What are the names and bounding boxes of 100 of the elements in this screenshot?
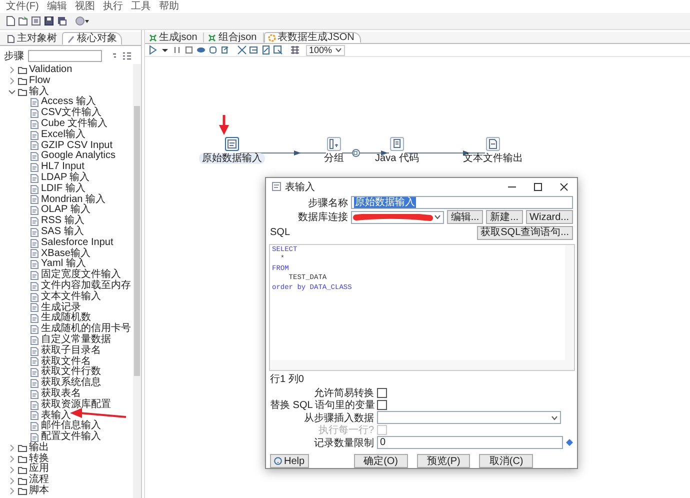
collapse-caret-icon[interactable] (8, 88, 16, 96)
tree-item[interactable]: LDIF 输入 (41, 184, 86, 195)
tree-item[interactable]: GZIP CSV Input (41, 140, 113, 152)
step-icon (30, 303, 39, 312)
expand-caret-icon[interactable] (8, 455, 16, 464)
close-icon[interactable] (559, 182, 569, 192)
tree-item[interactable]: Cube 文件输入 (41, 118, 108, 130)
verify-icon[interactable] (237, 45, 247, 55)
expand-caret-icon[interactable] (8, 77, 16, 86)
debug-icon[interactable] (208, 45, 218, 55)
tree-item[interactable]: 获取资源库配置 (41, 400, 111, 410)
save-icon[interactable] (44, 16, 54, 26)
tree-item[interactable]: Flow (29, 76, 50, 87)
step-icon (30, 98, 39, 108)
tree-item[interactable]: 文本文件输入 (41, 292, 101, 303)
run-icon[interactable] (148, 45, 158, 55)
tree-item[interactable]: Validation (29, 65, 72, 76)
field-label: 数据库连接 (297, 210, 348, 224)
tree-item[interactable]: XBase输入 (41, 248, 90, 260)
menu-item[interactable]: 文件(F) (6, 1, 39, 12)
expand-caret-icon[interactable] (8, 444, 16, 452)
sql-icon[interactable] (261, 45, 271, 55)
step-name-field[interactable]: 原始数据输入 (351, 196, 573, 210)
dialog-title: 表输入 (285, 180, 316, 194)
replay-icon[interactable] (220, 45, 230, 55)
stop-icon[interactable] (184, 45, 194, 55)
expand-caret-icon[interactable] (8, 487, 16, 496)
tree-item[interactable]: 生成随机的信用卡号 (41, 324, 131, 335)
expand-caret-icon[interactable] (8, 66, 16, 74)
limit-field[interactable]: 0 (377, 436, 563, 450)
tree-item[interactable]: Access 输入 (41, 97, 96, 108)
menu-item[interactable]: 帮助 (158, 1, 179, 12)
tree-item[interactable]: 获取系统信息 (41, 378, 101, 389)
impact-icon[interactable] (249, 45, 259, 55)
step-icon (30, 390, 39, 399)
menu-item[interactable]: 执行 (102, 1, 123, 12)
save-as-icon[interactable] (57, 16, 67, 26)
tree-item[interactable]: LDAP 输入 (41, 172, 90, 184)
tree-item[interactable]: 获取表名 (41, 388, 81, 400)
explore-icon[interactable] (31, 16, 41, 26)
tree-item[interactable]: SAS 输入 (41, 226, 84, 238)
help-button[interactable]: Help (270, 454, 309, 468)
search-field[interactable] (28, 50, 102, 62)
preview-icon[interactable] (196, 45, 206, 55)
editor-tab[interactable]: 组合json (204, 32, 264, 43)
zoom-combo[interactable]: 100% (306, 44, 346, 56)
menu-item[interactable]: 编辑 (46, 1, 67, 12)
step-label: 文本文件输出 (462, 153, 524, 164)
menu-item[interactable]: 视图 (74, 1, 95, 12)
tree-item[interactable]: Google Analytics (41, 151, 116, 162)
dialog-button[interactable]: Wizard... (526, 210, 573, 224)
tree-item[interactable]: 输出 (29, 442, 49, 454)
new-file-icon[interactable] (6, 16, 15, 26)
editor-tab[interactable]: 表数据生成JSON (264, 32, 362, 43)
globe-icon[interactable] (75, 16, 90, 26)
step-node[interactable] (486, 137, 500, 151)
step-icon (30, 260, 39, 270)
expand-caret-icon[interactable] (8, 476, 16, 485)
tree-item[interactable]: 流程 (29, 475, 49, 486)
tree-item[interactable]: OLAP 输入 (41, 205, 90, 216)
open-file-icon[interactable] (18, 16, 28, 26)
checkbox[interactable] (377, 400, 387, 410)
step-icon (30, 379, 39, 388)
tree-item[interactable]: Excel输入 (41, 130, 86, 141)
menu-item[interactable]: 工具 (130, 1, 151, 12)
tree-item[interactable]: RSS 输入 (41, 216, 84, 227)
tree-item[interactable]: 固定宽度文件输入 (41, 270, 121, 281)
browse-icon[interactable] (273, 45, 283, 55)
step-label: Java 代码 (374, 153, 420, 164)
panel-tab[interactable]: 主对象树 (2, 32, 62, 45)
help-icon (274, 457, 282, 465)
tree-item[interactable]: 输入 (29, 86, 49, 98)
panel-tab[interactable]: 核心对象 (62, 32, 122, 45)
connection-combo[interactable] (351, 210, 444, 224)
maximize-icon[interactable] (533, 182, 543, 192)
tree-item[interactable]: 获取子目录名 (41, 346, 101, 357)
tree-item[interactable]: Mondrian 输入 (41, 194, 106, 206)
tree-item[interactable]: 自定义常量数据 (41, 334, 111, 346)
tree-item[interactable]: CSV文件输入 (41, 108, 102, 119)
tree-item[interactable]: 文件内容加载至内存 (41, 280, 131, 292)
tree-item[interactable]: 配置文件输入 (41, 432, 101, 443)
get-sql-button[interactable]: 获取SQL查询语句... (476, 226, 573, 240)
step-node[interactable] (327, 137, 341, 151)
step-icon (30, 336, 39, 345)
expand-caret-icon[interactable] (8, 466, 16, 474)
tree-item[interactable]: Salesforce Input (41, 238, 114, 249)
dialog-button[interactable]: 编辑... (446, 210, 484, 224)
step-node[interactable] (225, 137, 239, 151)
tree-item[interactable]: HL7 Input (41, 162, 84, 173)
cursor-position: 行1 列0 (269, 372, 305, 386)
checkbox[interactable] (377, 388, 387, 398)
collapse-expand-icon[interactable] (112, 52, 132, 60)
editor-tab[interactable]: 生成json (145, 32, 204, 43)
dialog-button[interactable]: 确定(O) (354, 454, 408, 468)
dialog-button[interactable]: 预览(P) (417, 454, 470, 468)
grid-icon[interactable] (290, 45, 300, 55)
dialog-button[interactable]: 新建... (486, 210, 523, 224)
step-node[interactable] (390, 137, 404, 151)
tree-item[interactable]: 脚本 (29, 486, 49, 497)
dialog-button[interactable]: 取消(C) (479, 454, 534, 468)
